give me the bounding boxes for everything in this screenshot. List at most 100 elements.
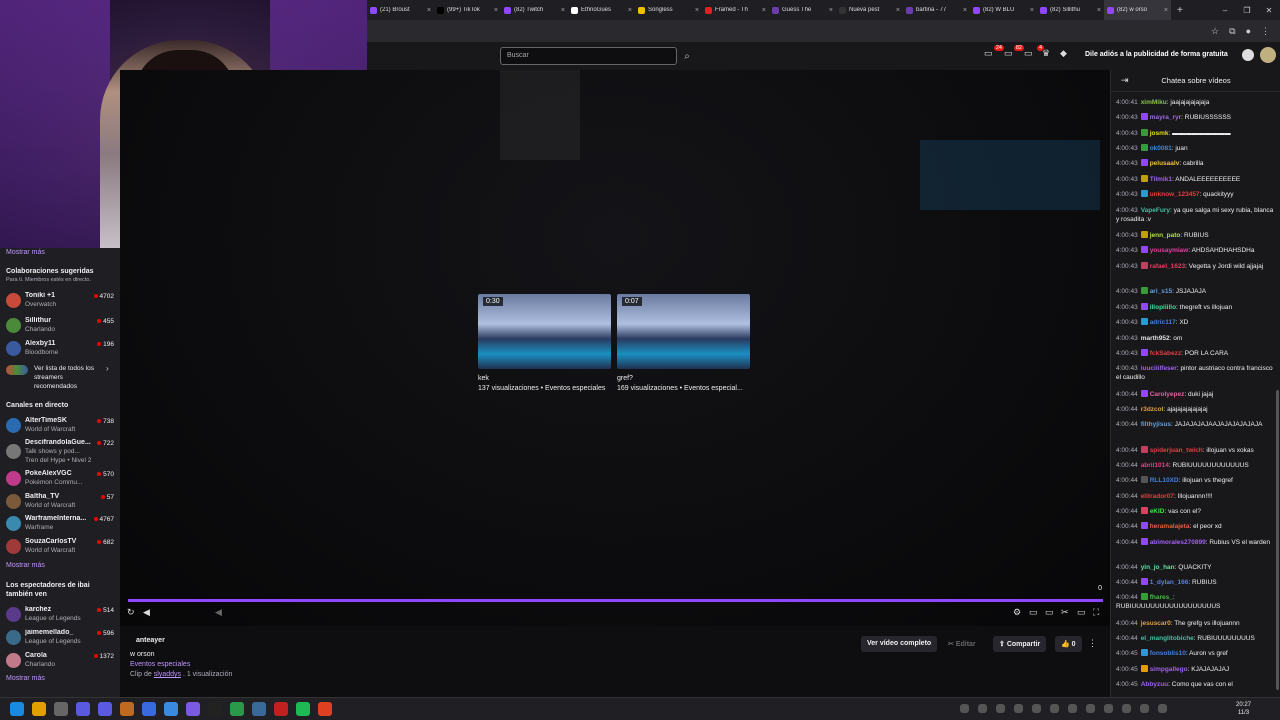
settings-gear-icon[interactable]: ⚙: [1013, 607, 1021, 618]
chat-username[interactable]: spiderjuan_twich: [1150, 447, 1203, 454]
search-input[interactable]: Buscar: [500, 47, 677, 65]
chat-username[interactable]: eKID: [1150, 508, 1165, 515]
chat-username[interactable]: ok0081: [1150, 145, 1172, 152]
chat-username[interactable]: Abbyzuu: [1141, 681, 1168, 688]
profile-avatar[interactable]: [1260, 47, 1276, 63]
tray-icon[interactable]: [1122, 704, 1131, 713]
tab-close-icon[interactable]: ×: [494, 7, 498, 14]
chat-username[interactable]: yin_jo_han: [1141, 564, 1175, 571]
theatre-mode-icon[interactable]: ▭: [1029, 607, 1038, 618]
chat-username[interactable]: 1_dylan_166: [1150, 579, 1189, 586]
chat-username[interactable]: el_manglitobiche: [1141, 635, 1194, 642]
tray-icon[interactable]: [960, 704, 969, 713]
like-button[interactable]: 👍 0: [1055, 636, 1082, 652]
clip-card[interactable]: 0:07 gref? 169 visualizaciones • Eventos…: [617, 294, 750, 392]
chat-badge-icon[interactable]: [1140, 507, 1148, 514]
chat-username[interactable]: adric117: [1150, 319, 1176, 326]
chat-badge-icon[interactable]: [1140, 287, 1148, 294]
tab-close-icon[interactable]: ×: [1097, 7, 1101, 14]
chat-badge-icon[interactable]: [1140, 522, 1148, 529]
sidebar-channel[interactable]: Sillithur Charlando 455: [4, 316, 118, 336]
browser-tab[interactable]: (82) W BLU ×: [970, 0, 1037, 20]
tray-icon[interactable]: [978, 704, 987, 713]
chat-username[interactable]: ximMiku: [1141, 99, 1167, 106]
clip-icon[interactable]: ✂: [1061, 607, 1069, 618]
miniplayer-icon[interactable]: ▭: [1045, 607, 1054, 618]
chat-scrollbar[interactable]: [1276, 390, 1279, 690]
clip-card[interactable]: 0:30 kek 137 visualizaciones • Eventos e…: [478, 294, 611, 392]
search-icon[interactable]: ⌕: [679, 47, 695, 65]
chat-badge-icon[interactable]: [1140, 349, 1148, 356]
chat-username[interactable]: rafael_1623: [1150, 263, 1185, 270]
chat-username[interactable]: heramalajeta: [1150, 523, 1190, 530]
sidebar-channel[interactable]: AlterTimeSK World of Warcraft 738: [4, 416, 118, 436]
sidebar-channel[interactable]: PokeAlexVGC Pokémon Commu... 570: [4, 469, 118, 489]
sidebar-channel[interactable]: Alexby11 Bloodborne 196: [4, 339, 118, 359]
fullscreen-icon[interactable]: ⛶: [1093, 607, 1099, 618]
chat-username[interactable]: filthyjisus: [1141, 421, 1171, 428]
window-close-button[interactable]: ✕: [1258, 6, 1280, 15]
discord-icon[interactable]: [186, 702, 200, 716]
browser-tab[interactable]: (82) w orso ×: [1104, 0, 1171, 20]
full-video-button[interactable]: Ver vídeo completo: [861, 636, 938, 652]
clip-user-link[interactable]: slyaddys: [154, 671, 181, 678]
clip-thumbnail[interactable]: 0:30: [478, 294, 611, 369]
chat-username[interactable]: yousaymiaw: [1150, 247, 1189, 254]
sidebar-channel[interactable]: SouzaCarlosTV World of Warcraft 682: [4, 537, 118, 557]
chat-badge-icon[interactable]: [1140, 538, 1148, 545]
notifications-icon[interactable]: ▭ 4: [1024, 45, 1044, 62]
user-avatar[interactable]: [1242, 49, 1254, 61]
tray-icon[interactable]: [1032, 704, 1041, 713]
tray-icon[interactable]: [1086, 704, 1095, 713]
tab-close-icon[interactable]: ×: [1164, 7, 1168, 14]
tab-close-icon[interactable]: ×: [427, 7, 431, 14]
collapse-chat-icon[interactable]: ⇥: [1121, 75, 1129, 86]
sidebar-channel[interactable]: DescifrandolaGue... Talk shows y pod... …: [4, 438, 118, 466]
share-button[interactable]: ⇪ Compartir: [993, 636, 1047, 652]
chat-badge-icon[interactable]: [1140, 262, 1148, 269]
browser-tab[interactable]: Nueva pest ×: [836, 0, 903, 20]
chat-badge-icon[interactable]: [1140, 190, 1148, 197]
sidebar-channel[interactable]: Toniki +1 Overwatch 4702: [4, 291, 118, 311]
chat-badge-icon[interactable]: [1140, 159, 1148, 166]
category-link[interactable]: Eventos especiales: [130, 661, 190, 668]
chat-username[interactable]: elitrador07: [1141, 493, 1174, 500]
tray-icon[interactable]: [1050, 704, 1059, 713]
sidebar-channel[interactable]: WarframeInterna... Warframe 4767: [4, 514, 118, 534]
chat-username[interactable]: pelusaalv: [1150, 160, 1180, 167]
tab-close-icon[interactable]: ×: [561, 7, 565, 14]
clip-thumbnail[interactable]: 0:07: [617, 294, 750, 369]
start-icon[interactable]: [10, 702, 24, 716]
extensions-icon[interactable]: ⧉: [1229, 26, 1235, 37]
chat-username[interactable]: mayra_ryr: [1150, 114, 1181, 121]
bits-icon[interactable]: ◆: [1060, 48, 1074, 62]
obs-icon[interactable]: [252, 702, 266, 716]
chat-username[interactable]: r3dzcol: [1141, 406, 1164, 413]
chat-badge-icon[interactable]: [1140, 246, 1148, 253]
taskview-icon[interactable]: [54, 702, 68, 716]
inbox-icon[interactable]: ▭ 24: [984, 45, 1004, 62]
tray-icon[interactable]: [1068, 704, 1077, 713]
chat-badge-icon[interactable]: [1140, 578, 1148, 585]
search-icon[interactable]: [32, 702, 46, 716]
browser-tab[interactable]: (99+) TikTok ×: [434, 0, 501, 20]
chrome-icon[interactable]: [318, 702, 332, 716]
app-icon[interactable]: [120, 702, 134, 716]
sidebar-channel[interactable]: Carola Charlando 1372: [4, 651, 118, 671]
chat-username[interactable]: marth952: [1141, 335, 1170, 342]
tiktok-icon[interactable]: [208, 702, 222, 716]
show-more-link[interactable]: Mostrar más: [6, 249, 45, 256]
sidebar-channel[interactable]: jaimemellado_ League of Legends 596: [4, 628, 118, 648]
browser-tab[interactable]: (82) Twitch ×: [501, 0, 568, 20]
chat-badge-icon[interactable]: [1140, 390, 1148, 397]
system-clock[interactable]: 20:27 11/3: [1236, 701, 1251, 717]
chat-username[interactable]: ari_s15: [1150, 288, 1172, 295]
bookmark-star-icon[interactable]: ☆: [1211, 26, 1219, 37]
tray-icon[interactable]: [1104, 704, 1113, 713]
chat-username[interactable]: jesuscar0: [1141, 620, 1171, 627]
browser-tab[interactable]: EthnoGues ×: [568, 0, 635, 20]
vpn-icon[interactable]: [98, 702, 112, 716]
window-minimize-button[interactable]: –: [1214, 6, 1236, 15]
whispers-icon[interactable]: ▭ 82: [1004, 45, 1024, 62]
chat-username[interactable]: josmk: [1150, 130, 1169, 137]
